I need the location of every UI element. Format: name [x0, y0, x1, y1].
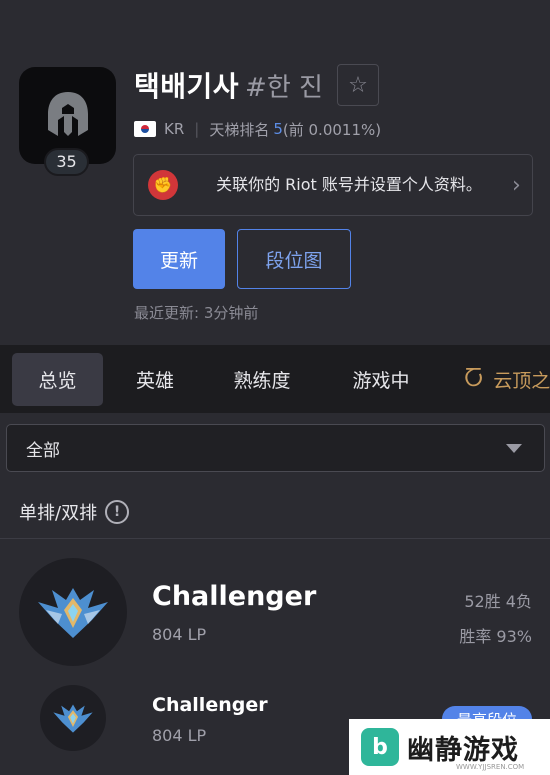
tft-icon: Ⴀ — [464, 367, 484, 392]
watermark-logo-icon: b — [361, 728, 399, 766]
queue-select-value: 全部 — [26, 440, 60, 461]
peak-lp: 804 LP — [152, 726, 207, 745]
summoner-name: 택배기사 — [134, 70, 240, 103]
caret-down-icon — [506, 444, 522, 453]
profile-header: 35 택배기사 #한 진 ☆ KR | 天梯排名 5 (前 0.0011%) ✊… — [0, 0, 550, 345]
ladder-label: 天梯排名 — [209, 120, 270, 139]
korea-flag-icon — [134, 121, 156, 137]
profile-tabs: 总览 英雄 熟练度 游戏中 Ⴀ 云顶之 — [0, 345, 550, 413]
win-rate: 胜率 93% — [459, 627, 532, 646]
tab-tft[interactable]: Ⴀ 云顶之 — [464, 353, 550, 406]
riot-link-text: 关联你的 Riot 账号并设置个人资料。 — [216, 175, 482, 194]
divider: | — [194, 120, 200, 138]
ranked-section-header: 单排/双排 ! — [0, 485, 550, 539]
tab-champions[interactable]: 英雄 — [119, 353, 191, 406]
current-lp: 804 LP — [152, 625, 207, 644]
chevron-right-icon: › — [512, 172, 521, 198]
watermark-brand: 幽静游戏 — [407, 734, 519, 766]
challenger-emblem-small-icon — [40, 685, 106, 751]
ladder-rank: 5 — [273, 120, 283, 138]
tab-mastery[interactable]: 熟练度 — [220, 353, 304, 406]
tab-tft-label: 云顶之 — [493, 370, 550, 392]
challenger-emblem-icon — [19, 558, 127, 666]
tier-graph-button[interactable]: 段位图 — [237, 229, 351, 289]
filter-area: 全部 — [0, 413, 550, 485]
current-tier: Challenger — [152, 581, 317, 612]
ranked-section-title: 单排/双排 — [19, 502, 98, 524]
summoner-tag: #한 진 — [245, 72, 323, 103]
ladder-percent: (前 0.0011%) — [282, 120, 382, 139]
riot-fist-icon: ✊ — [148, 170, 178, 200]
wins-losses: 52胜 4负 — [464, 592, 532, 611]
peak-tier: Challenger — [152, 694, 268, 716]
update-button[interactable]: 更新 — [133, 229, 225, 289]
name-row: 택배기사 #한 진 ☆ — [134, 64, 379, 106]
riot-link-banner[interactable]: ✊ 关联你的 Riot 账号并设置个人资料。 › — [133, 154, 533, 216]
queue-select[interactable]: 全部 — [6, 424, 545, 472]
favorite-star-icon[interactable]: ☆ — [336, 64, 379, 106]
watermark-url: WWW.YJJSREN.COM — [456, 763, 525, 771]
level-badge: 35 — [44, 148, 89, 176]
ladder-info: KR | 天梯排名 5 (前 0.0011%) — [134, 118, 381, 140]
region-label: KR — [164, 120, 185, 138]
tab-ingame[interactable]: 游戏中 — [339, 353, 423, 406]
profile-avatar[interactable]: 35 — [19, 67, 116, 176]
last-update-text: 最近更新: 3分钟前 — [134, 304, 259, 322]
info-icon[interactable]: ! — [105, 499, 130, 524]
tab-overview[interactable]: 总览 — [12, 353, 103, 406]
